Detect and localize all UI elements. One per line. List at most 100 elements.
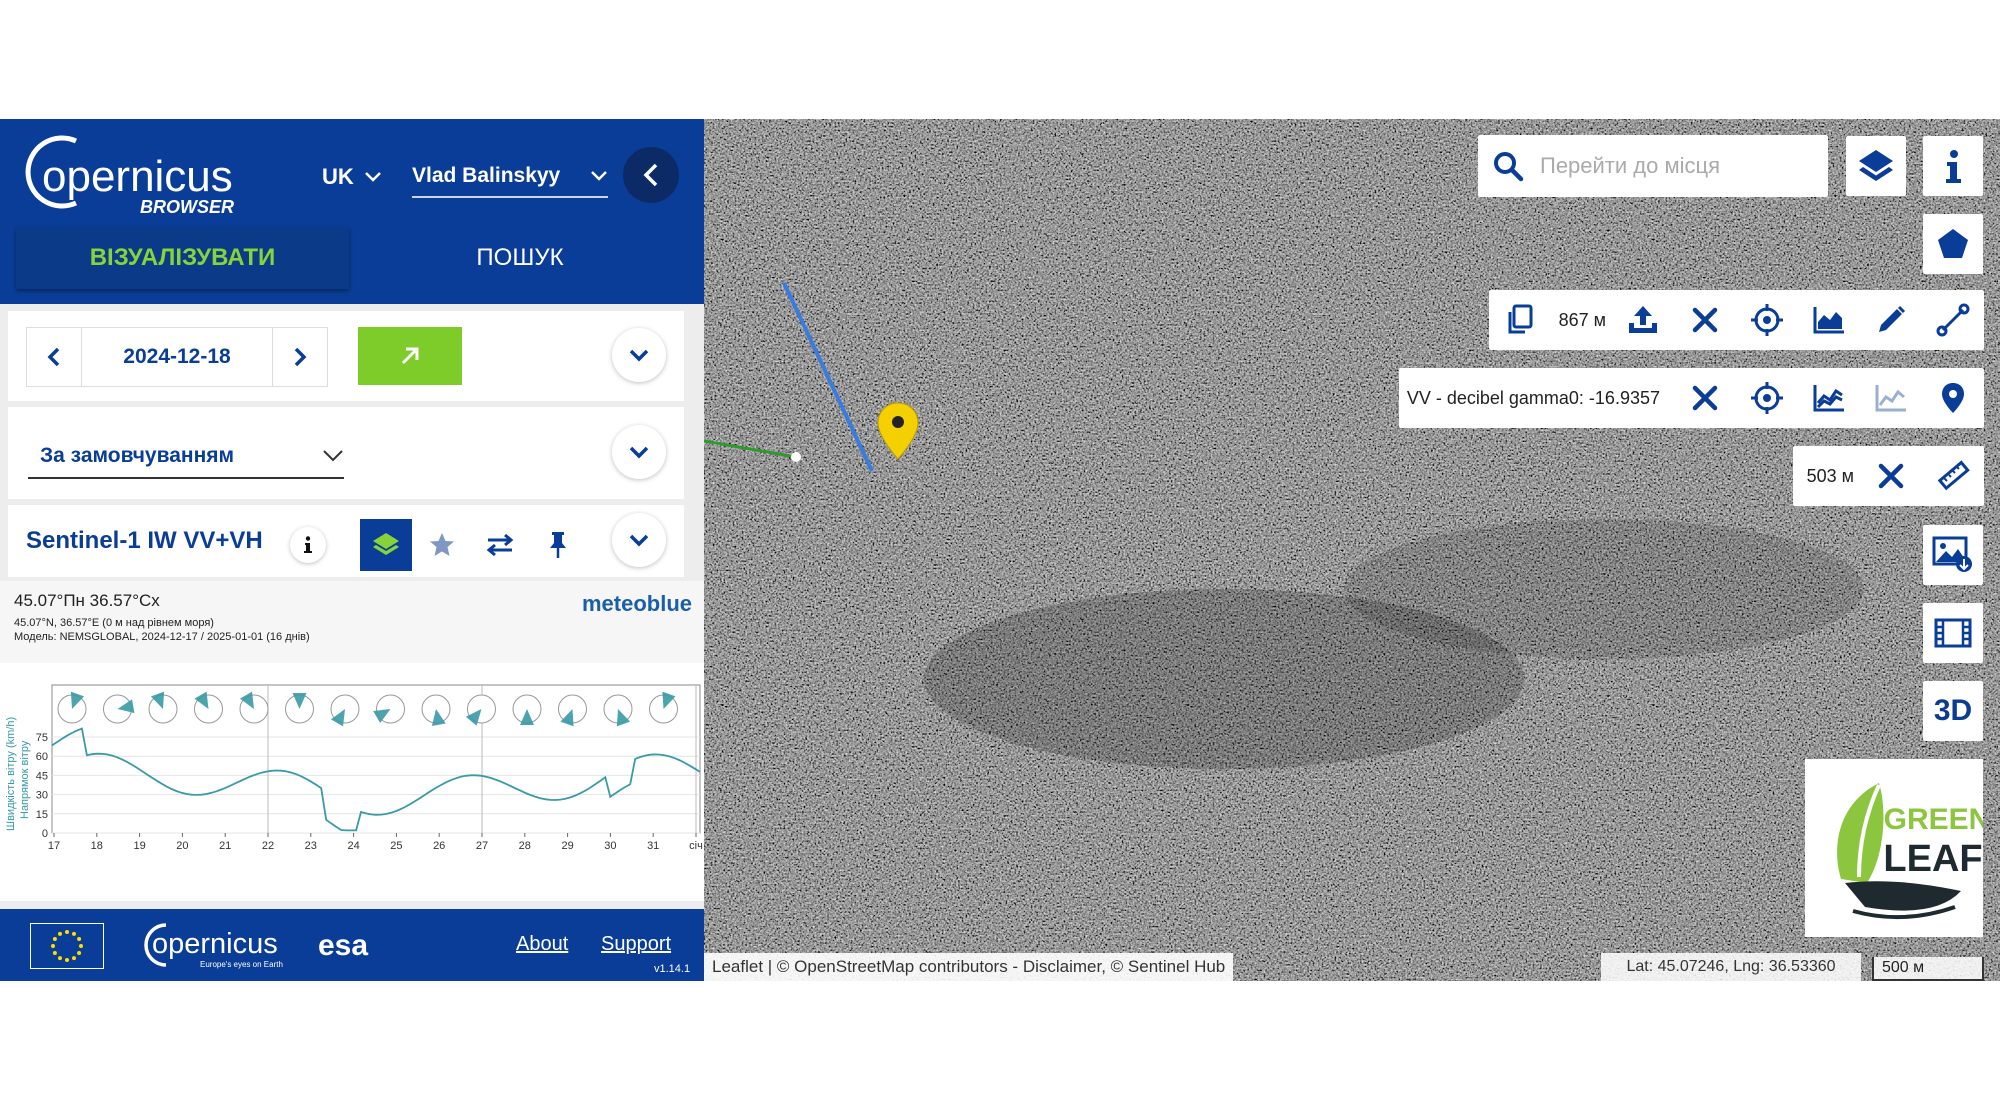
x-tick-label: 22 <box>262 840 274 852</box>
layer-card: Sentinel-1 IW VV+VH <box>8 505 684 577</box>
image-download-button[interactable] <box>1923 525 1983 585</box>
eu-star <box>77 951 82 955</box>
location-pin-icon[interactable] <box>876 401 920 461</box>
layers-icon <box>373 533 399 555</box>
user-name: Vlad Balinskyy <box>412 164 561 187</box>
measure-tool-panel: 503 м <box>1792 446 1984 506</box>
esa-logo[interactable]: esa <box>318 929 368 963</box>
logo-line2: LEAF <box>1883 838 1982 880</box>
chevron-down-icon <box>364 172 381 182</box>
info-button[interactable] <box>1923 136 1983 196</box>
theme-select[interactable]: За замовчуванням <box>28 435 344 479</box>
chevron-down-icon <box>629 534 649 547</box>
expand-layer-button[interactable] <box>612 513 666 567</box>
compare-button[interactable] <box>474 519 526 571</box>
crosshair-icon[interactable] <box>1736 368 1798 428</box>
language-selector[interactable]: UK <box>322 164 382 190</box>
crosshair-icon[interactable] <box>1736 290 1798 350</box>
close-icon[interactable] <box>1860 446 1922 506</box>
y-tick-label: 75 <box>36 732 48 744</box>
pencil-icon[interactable] <box>1860 290 1922 350</box>
x-tick-label: 23 <box>305 840 317 852</box>
support-link[interactable]: Support <box>601 933 671 956</box>
chevron-down-icon <box>323 450 343 462</box>
eu-star <box>72 931 76 936</box>
version-label: v1.14.1 <box>654 963 691 975</box>
visualize-layer-button[interactable] <box>360 519 412 571</box>
trend-icon[interactable] <box>1860 368 1922 428</box>
map-attribution[interactable]: Leaflet | © OpenStreetMap contributors -… <box>704 953 1234 981</box>
location-search[interactable] <box>1478 135 1828 197</box>
measure-label: 503 м <box>1806 465 1854 486</box>
eu-star <box>52 937 57 941</box>
x-tick-label: 19 <box>133 840 145 852</box>
map-view[interactable]: 867 м VV - decibel gamma0: -16.9357 <box>704 119 2000 981</box>
image-download-icon <box>1932 536 1972 572</box>
pin-button[interactable] <box>532 519 584 571</box>
eu-star <box>65 930 69 934</box>
x-tick-label: 21 <box>219 840 231 852</box>
favorite-button[interactable] <box>416 519 468 571</box>
3d-view-button[interactable]: 3D <box>1923 681 1983 741</box>
y-tick-label: 30 <box>36 790 48 802</box>
tab-search[interactable]: ПОШУК <box>350 227 690 289</box>
eu-star <box>58 956 62 961</box>
chevron-down-icon <box>629 349 649 362</box>
eu-star <box>72 956 76 961</box>
user-menu[interactable]: Vlad Balinskyy <box>412 164 608 198</box>
meteoblue-logo[interactable]: meteoblue <box>582 591 692 617</box>
search-icon[interactable] <box>1478 150 1538 182</box>
poi-tool-panel: VV - decibel gamma0: -16.9357 <box>1398 368 1984 428</box>
copernicus-logo[interactable]: opernicus Europe's eyes on Earth <box>140 917 290 973</box>
info-icon <box>1946 150 1961 183</box>
layers-button[interactable] <box>1846 136 1906 196</box>
previous-date-button[interactable] <box>27 328 81 386</box>
line-icon[interactable] <box>1922 290 1984 350</box>
close-icon[interactable] <box>1674 290 1736 350</box>
layer-info-button[interactable] <box>290 527 326 563</box>
date-value[interactable]: 2024-12-18 <box>81 328 273 386</box>
y-label-speed: Швидкість вітру (km/h) <box>5 717 17 831</box>
x-tick-label: 24 <box>347 840 359 852</box>
expand-date-button[interactable] <box>612 328 666 382</box>
green-leaf-logo: GREEN LEAF <box>1805 759 1990 937</box>
tab-visualize[interactable]: ВІЗУАЛІЗУВАТИ <box>16 227 349 289</box>
eu-flag-logo <box>30 923 104 969</box>
x-tick-label: 27 <box>476 840 488 852</box>
x-tick-label: 29 <box>561 840 573 852</box>
x-tick-label: 20 <box>176 840 188 852</box>
theme-card: За замовчуванням <box>8 407 684 499</box>
draw-polygon-button[interactable] <box>1923 214 1983 274</box>
swap-icon <box>486 533 514 557</box>
language-value: UK <box>322 164 354 189</box>
expand-theme-button[interactable] <box>612 425 666 479</box>
logo-line1: GREEN <box>1884 803 1983 836</box>
open-in-new-button[interactable] <box>358 327 462 385</box>
weather-subtitle: 45.07°N, 36.57°E (0 м над рівнем моря) <box>14 617 214 629</box>
date-card: 2024-12-18 <box>8 311 684 401</box>
chart-icon[interactable] <box>1798 368 1860 428</box>
scale-bar: 500 м <box>1872 957 1984 981</box>
x-tick-label: 25 <box>390 840 402 852</box>
ruler-icon[interactable] <box>1922 446 1984 506</box>
close-icon[interactable] <box>1674 368 1736 428</box>
timelapse-button[interactable] <box>1923 603 1983 663</box>
collapse-sidebar-button[interactable] <box>623 147 679 203</box>
eu-star <box>58 931 62 936</box>
copy-icon[interactable] <box>1489 290 1551 350</box>
x-tick-label: 18 <box>91 840 103 852</box>
y-tick-label: 45 <box>36 770 48 782</box>
search-input[interactable] <box>1538 152 1812 180</box>
blue-measure-line <box>782 282 874 472</box>
copernicus-browser-logo[interactable]: opernicus BROWSER <box>18 127 248 219</box>
area-chart-icon[interactable] <box>1798 290 1860 350</box>
location-pin-icon[interactable] <box>1922 368 1984 428</box>
chevron-right-icon <box>294 347 307 367</box>
brand-name: opernicus <box>42 152 233 201</box>
y-tick-label: 60 <box>36 751 48 763</box>
distance-label: 867 м <box>1558 309 1606 330</box>
green-path-line <box>704 439 797 459</box>
next-date-button[interactable] <box>273 328 327 386</box>
upload-icon[interactable] <box>1612 290 1674 350</box>
about-link[interactable]: About <box>516 933 568 956</box>
